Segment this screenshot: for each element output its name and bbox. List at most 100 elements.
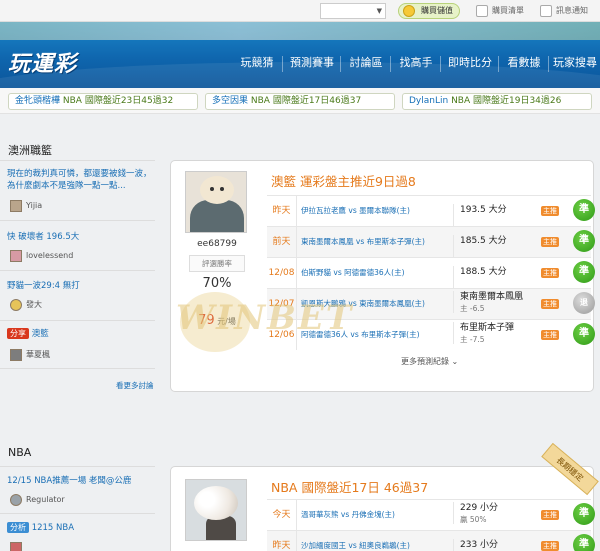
- prediction-pick-line: 主 -7.5: [460, 335, 485, 344]
- ticker-item[interactable]: 金牝頭楷樺 NBA 國際盤近23日45過32: [8, 93, 198, 110]
- expert-card: NBA 國際盤近17日 46過37 今天 溫哥華灰熊 vs 丹佛金塊(主) 22…: [170, 466, 595, 551]
- list-icon: [476, 5, 488, 17]
- ticker-user: 金牝頭楷樺: [15, 96, 61, 106]
- prediction-match[interactable]: 伊拉瓦拉老鷹 vs 墨爾本聯隊(主): [301, 196, 449, 226]
- ticker-text: NBA 國際盤近23日45過32: [62, 96, 174, 106]
- divider: [0, 466, 155, 467]
- sidebar-post-user[interactable]: lovelessend: [10, 249, 73, 263]
- more-predictions-label: 更多預測紀錄: [401, 357, 449, 366]
- sidebar-post-user[interactable]: Yijia: [10, 199, 42, 213]
- divider: [0, 160, 155, 161]
- site-logo[interactable]: 玩運彩: [8, 46, 77, 78]
- nav-divider: [340, 56, 341, 72]
- divider: [0, 270, 155, 271]
- prediction-pick: 229 小分 贏 50%: [453, 502, 543, 524]
- result-hit-icon: 準: [573, 503, 595, 525]
- prediction-row: 前天 東南墨爾本鳳凰 vs 布里斯本子彈(主) 185.5 大分 主推 準: [267, 226, 595, 257]
- user-name: Yijia: [26, 201, 43, 210]
- sidebar-post-user[interactable]: [10, 541, 26, 551]
- topbar-notifications-link[interactable]: 訊息通知: [540, 4, 588, 18]
- nav-item-stats[interactable]: 看數據: [500, 52, 548, 74]
- user-name: Regulator: [26, 495, 65, 504]
- nav-item-compete[interactable]: 玩競猜: [232, 52, 282, 74]
- prediction-date: 昨天: [267, 196, 297, 226]
- coin-icon: [403, 5, 415, 17]
- sidebar-post-link[interactable]: 分析 1215 NBA: [7, 522, 157, 534]
- result-push-icon: 退: [573, 292, 595, 314]
- sidebar-post-user[interactable]: 發大: [10, 298, 42, 312]
- ticker-item[interactable]: 多空因果 NBA 國際盤近17日46過37: [205, 93, 395, 110]
- main-pick-badge: 主推: [541, 206, 559, 216]
- topbar-buy-credit-label: 購買儲值: [421, 6, 453, 15]
- win-rate-value: 70%: [202, 276, 232, 291]
- topbar-buy-credit-button[interactable]: 購買儲值: [398, 3, 460, 19]
- divider: [0, 368, 155, 369]
- prediction-list: 今天 溫哥華灰熊 vs 丹佛金塊(主) 229 小分 贏 50% 主推 準 昨天…: [267, 499, 595, 551]
- nav-divider: [390, 56, 391, 72]
- prediction-row: 12/08 伯斯野貓 vs 阿德雷德36人(主) 188.5 大分 主推 準: [267, 257, 595, 288]
- nav-item-predict[interactable]: 預測賽事: [284, 52, 340, 74]
- sidebar-post-link[interactable]: 分享 澳籃: [7, 328, 157, 340]
- prediction-match[interactable]: 伯斯野貓 vs 阿德雷德36人(主): [301, 258, 449, 288]
- more-predictions-link[interactable]: 更多預測紀錄 ⌄: [401, 356, 458, 367]
- prediction-match[interactable]: 溫哥華灰熊 vs 丹佛金塊(主): [301, 500, 449, 530]
- more-discussions-link[interactable]: 看更多討論: [116, 380, 154, 391]
- post-title: 1215 NBA: [31, 523, 75, 533]
- expert-profile[interactable]: [185, 479, 249, 541]
- main-pick-badge: 主推: [541, 268, 559, 278]
- avatar: [10, 250, 22, 262]
- topbar-purchase-list-link[interactable]: 購買清單: [476, 4, 524, 18]
- prediction-pick-team: 東南墨爾本鳳凰: [460, 292, 524, 302]
- sidebar-post-link[interactable]: 現在的裁判真可憐，都還要被錢一波，為什麼劇本不是強隊一點一點...: [7, 168, 157, 192]
- result-hit-icon: 準: [573, 323, 595, 345]
- avatar: [10, 200, 22, 212]
- post-tag: 分享: [7, 328, 29, 339]
- prediction-pick-line: 贏 50%: [460, 515, 487, 524]
- divider: [0, 320, 155, 321]
- user-name: lovelessend: [26, 251, 74, 260]
- sidebar-post-user[interactable]: Regulator: [10, 493, 65, 507]
- nav-item-live-score[interactable]: 即時比分: [442, 52, 498, 74]
- prediction-row: 今天 溫哥華灰熊 vs 丹佛金塊(主) 229 小分 贏 50% 主推 準: [267, 499, 595, 530]
- sidebar-post-link[interactable]: 12/15 NBA推薦一場 老闆@公鹿: [7, 475, 157, 487]
- mail-icon: [540, 5, 552, 17]
- expert-card-title[interactable]: 澳籃 運彩盤主推近9日過8: [271, 171, 416, 190]
- sidebar-post-link[interactable]: 快 破壞者 196.5大: [7, 231, 157, 243]
- ticker-text: NBA 國際盤近19日34過26: [451, 96, 562, 106]
- post-tag: 分析: [7, 522, 29, 533]
- result-hit-icon: 準: [573, 534, 595, 551]
- expert-username: ee68799: [197, 239, 237, 249]
- sidebar-section-title: NBA: [8, 446, 32, 459]
- nav-item-player-search[interactable]: 玩家搜尋: [550, 52, 600, 74]
- top-bar: ▼ 購買儲值 購買清單 訊息通知: [0, 0, 600, 22]
- ticker-user: 多空因果: [212, 96, 249, 106]
- prediction-match[interactable]: 沙加緬度國王 vs 紐奧良鵜鶘(主): [301, 531, 449, 551]
- expert-card-title[interactable]: NBA 國際盤近17日 46過37: [271, 477, 428, 496]
- avatar: [185, 479, 247, 541]
- result-hit-icon: 準: [573, 261, 595, 283]
- top-select[interactable]: ▼: [320, 3, 386, 19]
- divider: [0, 513, 155, 514]
- main-pick-badge: 主推: [541, 299, 559, 309]
- expert-card: ee68799 評選勝率 70% 79 元/場 澳籃 運彩盤主推近9日過8 昨天…: [170, 160, 595, 392]
- header-decor-stripe: [0, 22, 600, 40]
- sidebar-post-user[interactable]: 華夏楓: [10, 348, 50, 362]
- chevron-down-icon: ▼: [376, 7, 382, 15]
- post-title: 澳籃: [31, 329, 49, 339]
- nav-item-experts[interactable]: 找高手: [392, 52, 440, 74]
- prediction-pick: 東南墨爾本鳳凰 主 -6.5: [453, 291, 543, 313]
- win-rate-label: 評選勝率: [202, 259, 232, 268]
- prediction-date: 今天: [267, 500, 297, 530]
- nav-item-forum[interactable]: 討論區: [342, 52, 390, 74]
- avatar: [10, 299, 22, 311]
- user-name: 華夏楓: [26, 350, 50, 359]
- prediction-row: 昨天 伊拉瓦拉老鷹 vs 墨爾本聯隊(主) 193.5 大分 主推 準: [267, 195, 595, 226]
- ticker-item[interactable]: DylanLin NBA 國際盤近19日34過26: [402, 93, 592, 110]
- prediction-match[interactable]: 東南墨爾本鳳凰 vs 布里斯本子彈(主): [301, 227, 449, 257]
- prediction-pick-team: 布里斯本子彈: [460, 323, 515, 333]
- prediction-row: 昨天 沙加緬度國王 vs 紐奧良鵜鶘(主) 233 小分 主推 準: [267, 530, 595, 551]
- avatar: [185, 171, 247, 233]
- sidebar-post-link[interactable]: 野貓一波29:4 無打: [7, 280, 157, 292]
- prediction-pick: 185.5 大分: [453, 235, 543, 257]
- avatar: [10, 542, 22, 551]
